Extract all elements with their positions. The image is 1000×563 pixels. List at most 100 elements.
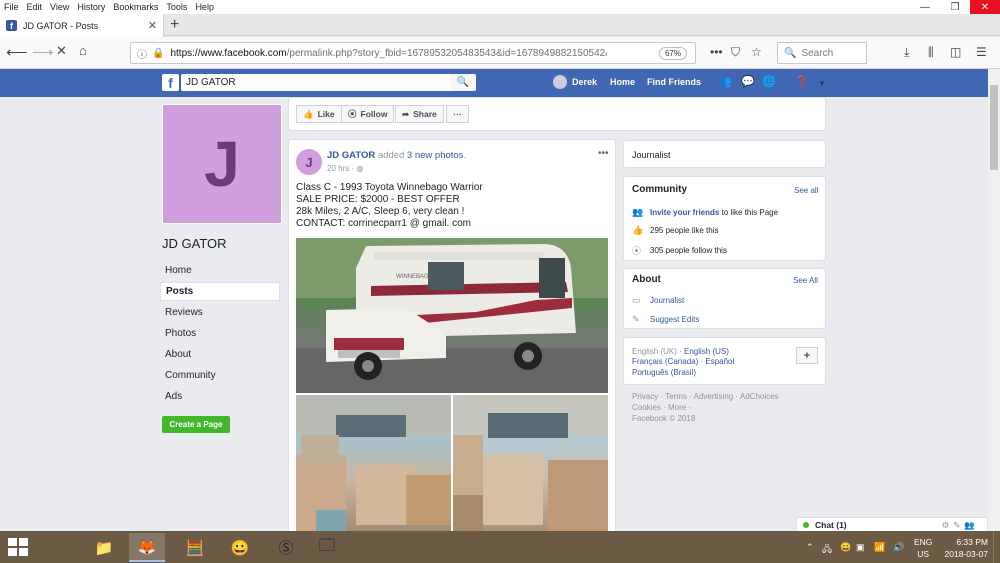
likes-count[interactable]: 295 people like this bbox=[650, 226, 719, 235]
firefox-taskbar-icon[interactable]: 🦊 bbox=[129, 533, 165, 562]
sidebar-icon[interactable]: ◫ bbox=[950, 45, 961, 59]
profile-initial: J bbox=[204, 128, 240, 200]
languages-line-3[interactable]: Português (Brasil) bbox=[632, 368, 696, 377]
tray-wifi-icon[interactable]: 📶 bbox=[874, 542, 885, 553]
page-name[interactable]: JD GATOR bbox=[162, 236, 227, 251]
yahoo-messenger-icon[interactable]: 😀 bbox=[222, 533, 258, 562]
footer-links-1[interactable]: Privacy · Terms · Advertising · AdChoice… bbox=[632, 392, 779, 401]
post-author-link[interactable]: JD GATOR bbox=[327, 150, 375, 161]
menu-file[interactable]: File bbox=[4, 2, 19, 12]
hamburger-menu-icon[interactable]: ☰ bbox=[976, 45, 987, 59]
about-category-link[interactable]: Journalist bbox=[650, 296, 684, 305]
add-language-button[interactable]: + bbox=[796, 347, 818, 364]
url-bar[interactable]: ⓘ 🔒 https://www.facebook.com /permalink.… bbox=[130, 42, 696, 64]
post-photos-link[interactable]: 3 new photos bbox=[407, 150, 464, 161]
tray-volume-icon[interactable]: 🔊 bbox=[893, 542, 904, 553]
language-english-us[interactable]: English (US) bbox=[684, 347, 729, 356]
post-author-avatar[interactable]: J bbox=[296, 149, 322, 175]
menu-edit[interactable]: Edit bbox=[27, 2, 43, 12]
browser-tab[interactable]: f JD GATOR - Posts ✕ bbox=[0, 14, 164, 37]
fb-home-link[interactable]: Home bbox=[610, 77, 635, 87]
library-icon[interactable]: ⫼ bbox=[928, 45, 934, 60]
like-page-button[interactable]: 👍 Like bbox=[296, 105, 342, 123]
menu-bookmarks[interactable]: Bookmarks bbox=[113, 2, 158, 12]
left-nav-photos[interactable]: Photos bbox=[160, 324, 280, 343]
notifications-globe-icon[interactable]: 🌐 bbox=[762, 75, 776, 88]
post-photo-interior-2[interactable] bbox=[453, 395, 608, 535]
suggest-edits-link[interactable]: Suggest Edits bbox=[650, 315, 699, 324]
bookmark-star-icon[interactable]: ☆ bbox=[751, 45, 762, 59]
input-language[interactable]: ENG US bbox=[914, 536, 932, 560]
account-menu-icon[interactable]: ▼ bbox=[818, 79, 826, 88]
messenger-icon[interactable]: 💬 bbox=[741, 75, 755, 88]
windows-start-icon[interactable] bbox=[8, 538, 28, 556]
menu-tools[interactable]: Tools bbox=[166, 2, 187, 12]
facebook-search-icon[interactable]: 🔍 bbox=[450, 74, 476, 91]
friend-requests-icon[interactable]: 👥 bbox=[718, 75, 732, 88]
profile-link[interactable]: Derek bbox=[553, 75, 597, 89]
stop-loading-icon[interactable]: ✕ bbox=[56, 43, 67, 59]
app-window-icon[interactable]: 🗔 bbox=[309, 533, 345, 562]
post-timestamp[interactable]: 20 hrs · ◍ bbox=[327, 164, 363, 173]
left-nav-community[interactable]: Community bbox=[160, 366, 280, 385]
post-text-line: CONTACT: corrinecparr1 @ gmail. com bbox=[296, 218, 471, 229]
user-avatar bbox=[553, 75, 567, 89]
back-icon[interactable]: ⟵ bbox=[6, 43, 28, 61]
tray-expand-icon[interactable]: ⌃ bbox=[806, 542, 814, 553]
community-see-all-link[interactable]: See all bbox=[794, 186, 818, 195]
footer-links-2[interactable]: Cookies · More · bbox=[632, 403, 691, 412]
tray-device-icon[interactable]: ▣ bbox=[856, 542, 865, 553]
post-photo-exterior[interactable]: WINNEBAGO bbox=[296, 238, 608, 393]
restore-icon[interactable]: ❐ bbox=[940, 0, 970, 14]
more-options-button[interactable]: ··· bbox=[446, 105, 469, 123]
menu-view[interactable]: View bbox=[50, 2, 69, 12]
calculator-icon[interactable]: 🧮 bbox=[177, 533, 213, 562]
scrollbar-thumb[interactable] bbox=[990, 85, 998, 170]
page-category[interactable]: Journalist bbox=[632, 150, 671, 160]
left-nav-home[interactable]: Home bbox=[160, 261, 280, 280]
facebook-logo-icon[interactable]: f bbox=[162, 74, 179, 91]
minimize-icon[interactable]: — bbox=[910, 0, 940, 14]
new-tab-icon[interactable]: + bbox=[170, 16, 179, 34]
show-desktop-button[interactable] bbox=[993, 531, 1000, 563]
tab-close-icon[interactable]: ✕ bbox=[148, 19, 157, 32]
find-friends-link[interactable]: Find Friends bbox=[647, 77, 701, 87]
help-icon[interactable]: ❓ bbox=[795, 75, 809, 88]
follows-count[interactable]: 305 people follow this bbox=[650, 246, 727, 255]
page-actions-icon[interactable]: ••• bbox=[710, 45, 723, 59]
menu-history[interactable]: History bbox=[77, 2, 105, 12]
home-icon[interactable]: ⌂ bbox=[79, 43, 87, 58]
tray-messenger-icon[interactable]: 😀 bbox=[840, 542, 851, 553]
language-portuguese[interactable]: Português (Brasil) bbox=[632, 368, 696, 377]
invite-friends-link[interactable]: Invite your friends bbox=[650, 208, 719, 217]
browser-search-input[interactable]: 🔍 Search bbox=[777, 42, 867, 64]
online-dot-icon bbox=[803, 522, 809, 528]
file-explorer-icon[interactable]: 📁 bbox=[86, 533, 122, 562]
chat-tools-icons[interactable]: ⚙✎👥 bbox=[942, 520, 979, 531]
pocket-icon[interactable]: ⛉ bbox=[731, 45, 740, 60]
share-page-button[interactable]: ➦ Share bbox=[395, 105, 444, 123]
follow-page-button[interactable]: ⦿ Follow bbox=[341, 105, 395, 123]
downloads-icon[interactable]: ⤓ bbox=[904, 45, 909, 60]
info-icon[interactable]: ⓘ bbox=[137, 46, 147, 61]
left-nav-ads[interactable]: Ads bbox=[160, 387, 280, 406]
left-nav-posts[interactable]: Posts bbox=[160, 282, 280, 301]
post-options-icon[interactable]: ••• bbox=[598, 148, 609, 159]
create-page-button[interactable]: Create a Page bbox=[162, 416, 230, 433]
left-nav-about[interactable]: About bbox=[160, 345, 280, 364]
post-photo-interior-1[interactable] bbox=[296, 395, 451, 535]
skype-icon[interactable]: Ⓢ bbox=[268, 533, 304, 562]
language-french-spanish[interactable]: Français (Canada) · Español bbox=[632, 357, 734, 366]
left-nav-reviews[interactable]: Reviews bbox=[160, 303, 280, 322]
zoom-level[interactable]: 67% bbox=[658, 46, 687, 60]
system-clock[interactable]: 6:33 PM 2018-03-07 bbox=[940, 536, 988, 560]
about-see-all-link[interactable]: See All bbox=[793, 276, 818, 285]
page-profile-picture[interactable]: J bbox=[162, 104, 282, 224]
tray-network-icon[interactable]: 🖧 bbox=[822, 542, 832, 558]
forward-icon[interactable]: ⟶ bbox=[32, 43, 54, 61]
menu-help[interactable]: Help bbox=[195, 2, 214, 12]
close-window-icon[interactable]: ✕ bbox=[970, 0, 1000, 14]
interior-illustration-2 bbox=[453, 395, 608, 535]
languages-line-2[interactable]: Français (Canada) · Español bbox=[632, 357, 734, 366]
facebook-search-input[interactable]: JD GATOR 🔍 bbox=[181, 74, 476, 91]
